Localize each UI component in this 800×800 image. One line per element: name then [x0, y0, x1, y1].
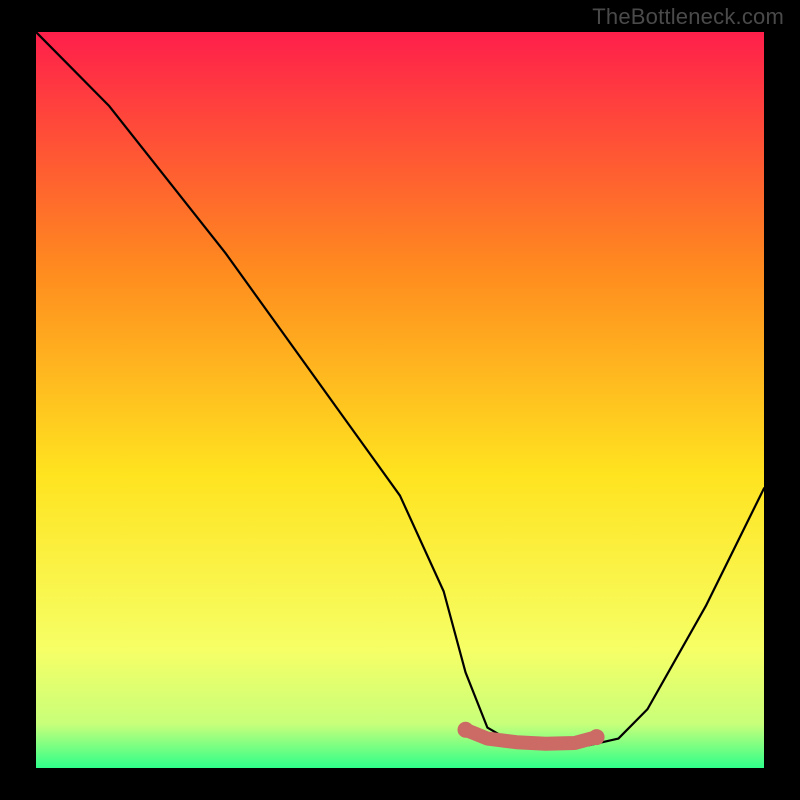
marker-dot [589, 729, 605, 745]
plot-area [36, 32, 764, 768]
watermark-text: TheBottleneck.com [592, 4, 784, 30]
marker-dot [458, 722, 474, 738]
plot-svg [36, 32, 764, 768]
gradient-background [36, 32, 764, 768]
chart-frame: TheBottleneck.com [0, 0, 800, 800]
